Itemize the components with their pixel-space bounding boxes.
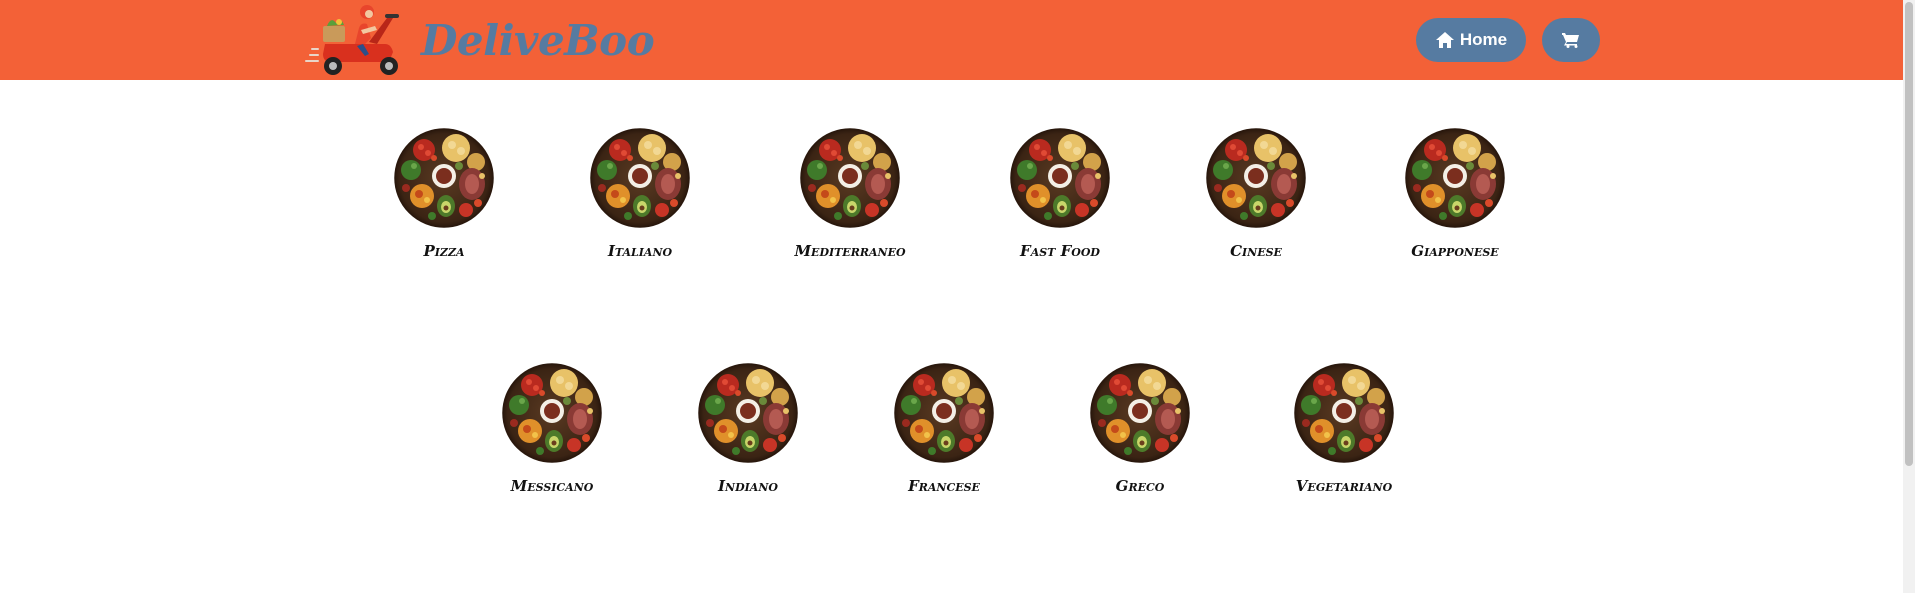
category-vegetariano[interactable]: Vegetariano	[1244, 363, 1444, 495]
cart-icon	[1562, 33, 1579, 48]
delivery-scooter-logo-icon	[305, 5, 399, 75]
home-button[interactable]: Home	[1416, 18, 1526, 62]
scrollbar-thumb[interactable]	[1905, 2, 1913, 466]
category-image	[1090, 363, 1190, 463]
category-pizza[interactable]: Pizza	[344, 128, 544, 260]
home-button-label: Home	[1459, 30, 1508, 49]
cart-button[interactable]	[1542, 18, 1600, 62]
category-label: Italiano	[607, 242, 673, 260]
category-messicano[interactable]: Messicano	[452, 363, 652, 495]
category-fast-food[interactable]: Fast Food	[960, 128, 1160, 260]
category-image	[698, 363, 798, 463]
category-image	[800, 128, 900, 228]
brand-name: DeliveBoo	[421, 15, 655, 65]
category-label: Messicano	[510, 477, 594, 495]
category-giapponese[interactable]: Giapponese	[1355, 128, 1555, 260]
category-image	[1294, 363, 1394, 463]
category-label: Mediterraneo	[794, 242, 906, 260]
category-cinese[interactable]: Cinese	[1156, 128, 1356, 260]
category-italiano[interactable]: Italiano	[540, 128, 740, 260]
category-label: Greco	[1115, 477, 1165, 495]
category-label: Francese	[908, 477, 980, 495]
category-label: Giapponese	[1411, 242, 1499, 260]
brand-logo-link[interactable]: DeliveBoo	[303, 2, 655, 78]
vertical-scrollbar[interactable]	[1903, 0, 1915, 593]
category-label: Cinese	[1230, 242, 1282, 260]
category-mediterraneo[interactable]: Mediterraneo	[750, 128, 950, 260]
category-image	[502, 363, 602, 463]
category-image	[1405, 128, 1505, 228]
category-label: Fast Food	[1020, 242, 1100, 260]
category-image	[1010, 128, 1110, 228]
category-label: Vegetariano	[1295, 477, 1393, 495]
category-greco[interactable]: Greco	[1040, 363, 1240, 495]
home-icon	[1435, 32, 1454, 48]
category-image	[394, 128, 494, 228]
category-francese[interactable]: Francese	[844, 363, 1044, 495]
category-image	[590, 128, 690, 228]
category-indiano[interactable]: Indiano	[648, 363, 848, 495]
top-navbar: DeliveBoo Home	[0, 0, 1903, 80]
category-image	[894, 363, 994, 463]
category-label: Indiano	[718, 477, 778, 495]
category-label: Pizza	[423, 242, 465, 260]
category-image	[1206, 128, 1306, 228]
page: DeliveBoo Home Pizza Italiano Mediterran…	[0, 0, 1915, 593]
